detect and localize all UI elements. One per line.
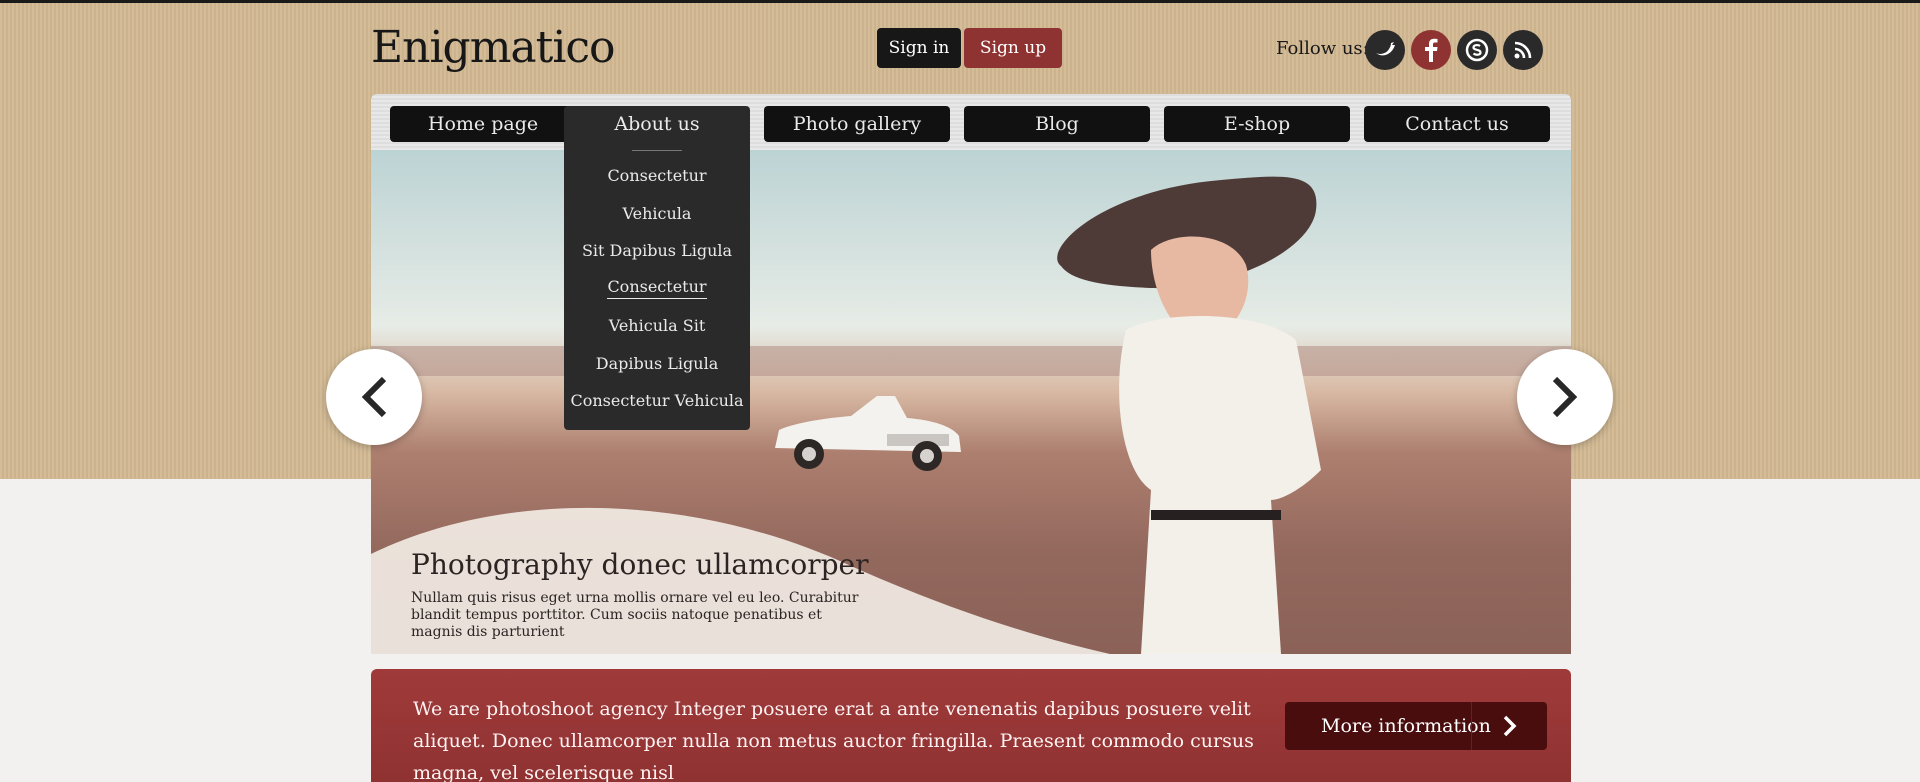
nav-about-us[interactable]: About us	[564, 106, 750, 142]
logo[interactable]: Enigmatico	[371, 22, 616, 73]
rss-icon[interactable]	[1503, 30, 1543, 70]
twitter-icon[interactable]	[1365, 30, 1405, 70]
dropdown-item[interactable]: Dapibus Ligula	[564, 345, 750, 383]
slider-title: Photography donec ullamcorper	[411, 548, 869, 581]
dropdown-divider	[632, 150, 682, 151]
nav-contact-us[interactable]: Contact us	[1364, 106, 1550, 142]
about-us-dropdown[interactable]: About us Consectetur Vehicula Sit Dapibu…	[564, 106, 750, 430]
sign-up-button[interactable]: Sign up	[964, 28, 1062, 68]
follow-label: Follow us:	[1276, 38, 1369, 59]
dropdown-item[interactable]: Sit Dapibus Ligula	[564, 232, 750, 270]
slider-next-button[interactable]	[1517, 349, 1613, 445]
dropdown-item-active[interactable]: Consectetur	[564, 270, 750, 308]
chevron-right-icon	[1471, 702, 1547, 750]
banner-text: We are photoshoot agency Integer posuere…	[413, 698, 1254, 782]
nav-blog[interactable]: Blog	[964, 106, 1150, 142]
dropdown-item[interactable]: Consectetur	[564, 157, 750, 195]
slider-text: Nullam quis risus eget urna mollis ornar…	[411, 590, 859, 640]
slider-prev-button[interactable]	[326, 349, 422, 445]
car-image	[775, 396, 961, 471]
nav-e-shop[interactable]: E-shop	[1164, 106, 1350, 142]
nav-home-page[interactable]: Home page	[390, 106, 576, 142]
chevron-left-icon	[361, 376, 387, 418]
nav-photo-gallery[interactable]: Photo gallery	[764, 106, 950, 142]
skype-icon[interactable]	[1457, 30, 1497, 70]
dropdown-item[interactable]: Consectetur Vehicula	[564, 382, 750, 420]
more-information-label: More information	[1321, 715, 1491, 737]
more-information-button[interactable]: More information	[1285, 702, 1547, 750]
hills-background	[371, 346, 1571, 376]
info-banner: We are photoshoot agency Integer posuere…	[371, 669, 1571, 782]
facebook-icon[interactable]	[1411, 30, 1451, 70]
dropdown-item[interactable]: Vehicula	[564, 195, 750, 233]
chevron-right-icon	[1552, 376, 1578, 418]
hero-slider: Photography donec ullamcorper Nullam qui…	[371, 150, 1571, 654]
sign-in-button[interactable]: Sign in	[877, 28, 961, 68]
dropdown-item[interactable]: Vehicula Sit	[564, 307, 750, 345]
